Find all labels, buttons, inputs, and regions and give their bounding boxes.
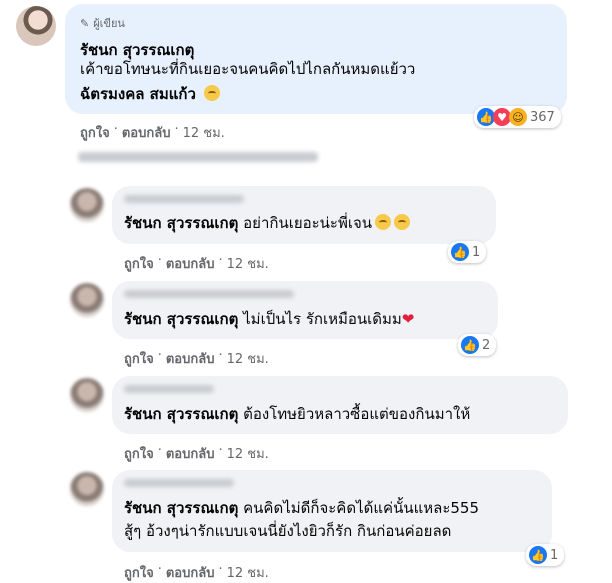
timestamp[interactable]: 12 ชม.	[227, 562, 269, 583]
crying-face-emoji	[394, 214, 411, 230]
author-badge-label: ผู้เขียน	[93, 17, 125, 30]
like-reaction-icon: 👍	[529, 546, 547, 564]
reply-author[interactable]: รัชนก สุวรรณเกตุ	[124, 214, 238, 232]
reply-reaction-summary[interactable]: 👍 1	[526, 544, 565, 566]
reply-actions: ถูกใจ · ตอบกลับ · 12 ชม.	[124, 562, 269, 583]
timestamp[interactable]: 12 ชม.	[227, 253, 269, 274]
separator: ·	[218, 253, 223, 268]
reply-text: อย่ากินเยอะน่ะพี่เจน	[243, 214, 373, 232]
like-button[interactable]: ถูกใจ	[124, 348, 154, 369]
reply-avatar[interactable]	[70, 283, 104, 317]
separator: ·	[157, 443, 162, 458]
blurred-username	[124, 479, 234, 487]
tagged-user-link[interactable]: ฉัตรมงคล สมแก้ว	[80, 85, 196, 103]
main-comment-text: เค้าขอโทษนะที่กินเยอะจนคนคิดไปไกลกันหมดแ…	[80, 60, 416, 78]
reply-button[interactable]: ตอบกลับ	[166, 348, 215, 369]
reaction-count: 1	[472, 244, 481, 260]
reply-button[interactable]: ตอบกลับ	[166, 562, 215, 583]
like-button[interactable]: ถูกใจ	[124, 443, 154, 464]
haha-reaction-icon: ☺	[509, 108, 527, 126]
reply-text-line2: สู้ๆ อ้วงๆน่ารักแบบเจนนี่ยังไงยิวก็รัก ก…	[124, 522, 452, 540]
blurred-username	[124, 385, 214, 393]
author-avatar[interactable]	[16, 6, 56, 46]
reply-reaction-summary[interactable]: 👍 2	[458, 334, 497, 356]
separator: ·	[157, 562, 162, 577]
separator: ·	[157, 348, 162, 363]
like-button[interactable]: ถูกใจ	[80, 122, 110, 143]
timestamp[interactable]: 12 ชม.	[227, 348, 269, 369]
sad-face-emoji	[375, 214, 392, 230]
main-reaction-summary[interactable]: 👍 ♥ ☺ 367	[474, 106, 561, 128]
separator: ·	[218, 348, 223, 363]
reply-button[interactable]: ตอบกลับ	[166, 443, 215, 464]
separator: ·	[218, 443, 223, 458]
reply-avatar[interactable]	[70, 472, 104, 506]
separator: ·	[113, 122, 118, 137]
reply-avatar[interactable]	[70, 378, 104, 412]
reply-text: ไม่เป็นไร รักเหมือนเดิมม	[243, 310, 402, 328]
reply-author[interactable]: รัชนก สุวรรณเกตุ	[124, 405, 238, 423]
blurred-text	[78, 152, 318, 162]
main-comment-actions: ถูกใจ · ตอบกลับ · 12 ชม.	[80, 122, 225, 143]
timestamp[interactable]: 12 ชม.	[227, 443, 269, 464]
reply-author[interactable]: รัชนก สุวรรณเกตุ	[124, 499, 238, 517]
sad-face-emoji	[204, 85, 220, 101]
reply-actions: ถูกใจ · ตอบกลับ · 12 ชม.	[124, 443, 269, 464]
reply-button[interactable]: ตอบกลับ	[166, 253, 215, 274]
like-button[interactable]: ถูกใจ	[124, 253, 154, 274]
reaction-count: 1	[550, 547, 559, 563]
reply-author[interactable]: รัชนก สุวรรณเกตุ	[124, 310, 238, 328]
reply-button[interactable]: ตอบกลับ	[122, 122, 171, 143]
reply-actions: ถูกใจ · ตอบกลับ · 12 ชม.	[124, 348, 269, 369]
blurred-username	[124, 290, 294, 298]
heart-emoji: ❤	[401, 310, 415, 328]
reply-actions: ถูกใจ · ตอบกลับ · 12 ชม.	[124, 253, 269, 274]
timestamp[interactable]: 12 ชม.	[183, 122, 225, 143]
reply-avatar[interactable]	[70, 188, 104, 222]
reaction-count: 2	[482, 337, 491, 353]
like-button[interactable]: ถูกใจ	[124, 562, 154, 583]
separator: ·	[174, 122, 179, 137]
pen-icon: ✎	[80, 16, 90, 30]
author-badge: ✎ ผู้เขียน	[80, 14, 125, 32]
like-reaction-icon: 👍	[451, 243, 469, 261]
like-reaction-icon: 👍	[461, 336, 479, 354]
reaction-count: 367	[530, 109, 555, 125]
reply-text: คนคิดไม่ดีก็จะคิดได้แค่นั้นแหละ555	[243, 499, 480, 517]
separator: ·	[218, 562, 223, 577]
separator: ·	[157, 253, 162, 268]
reply-text: ต้องโทษยิวหลาวซื้อแต่ของกินมาให้	[243, 405, 471, 423]
reply-reaction-summary[interactable]: 👍 1	[448, 241, 487, 263]
blurred-username	[124, 195, 244, 203]
